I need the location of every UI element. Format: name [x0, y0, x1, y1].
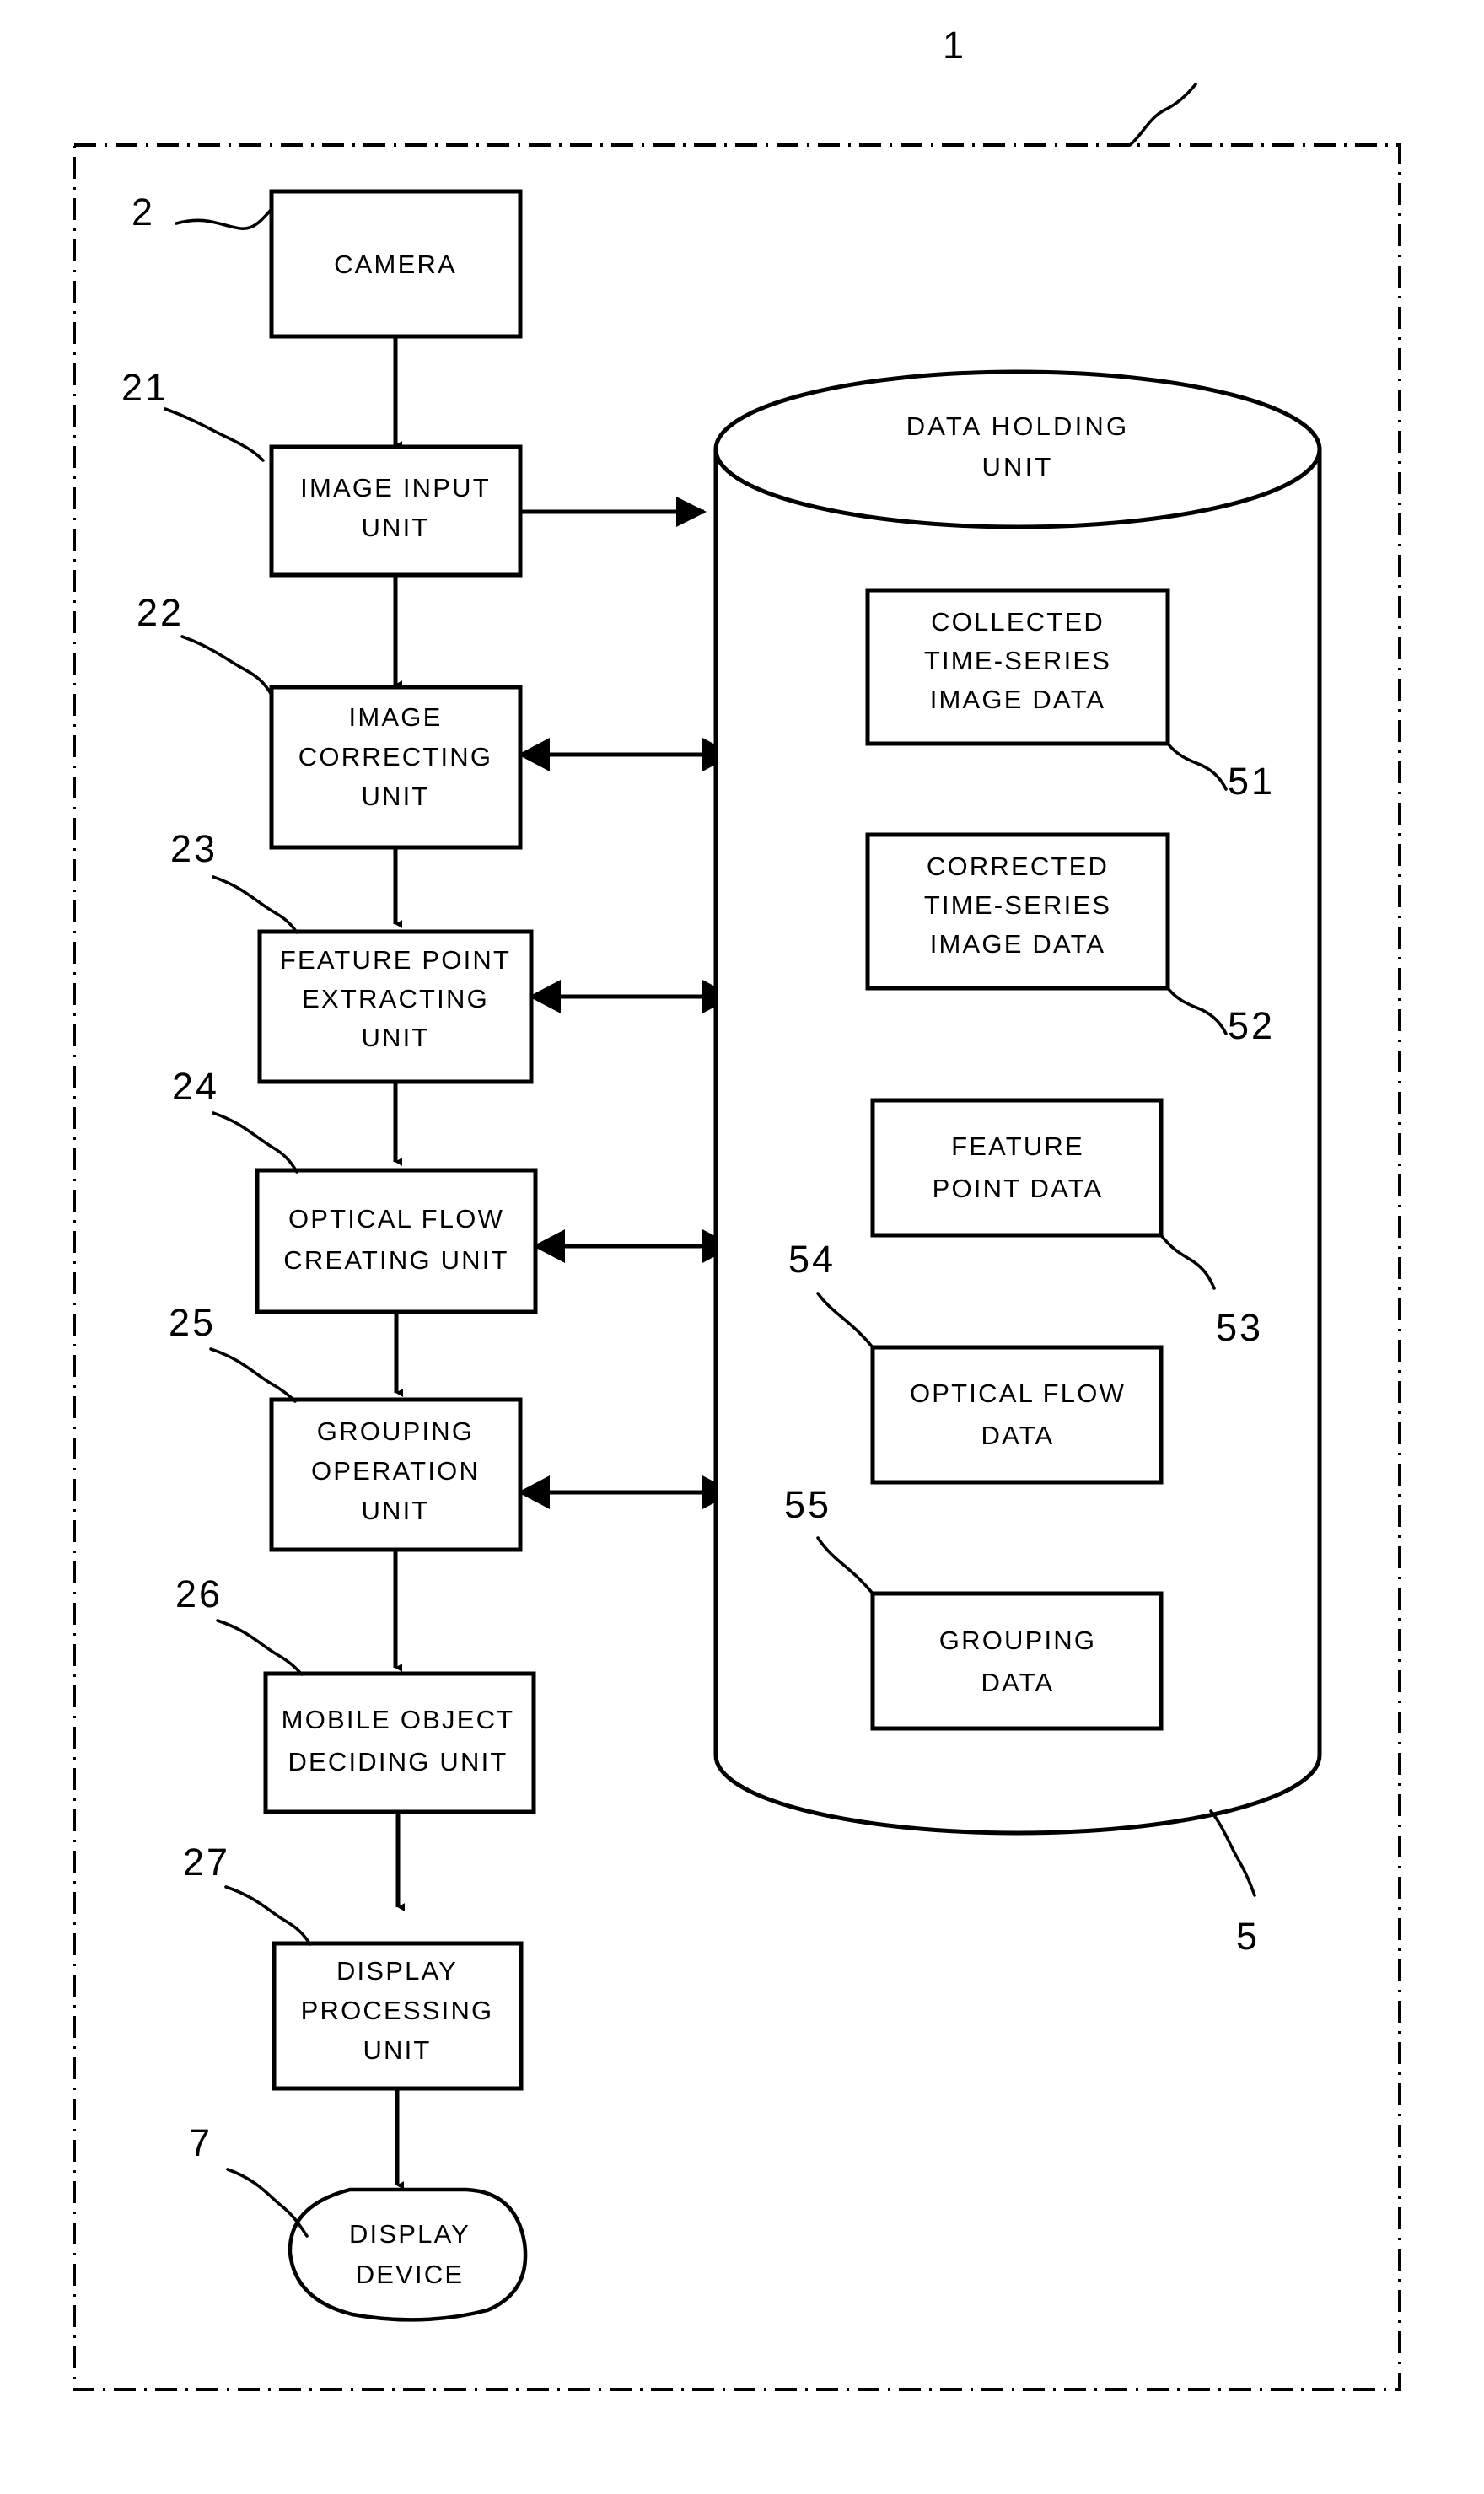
record-52-line-1: TIME-SERIES — [924, 890, 1111, 920]
block-image-correcting-unit-line-2: UNIT — [361, 782, 429, 811]
flow-image-input-to-store — [520, 497, 707, 527]
record-grouping-data[interactable] — [870, 1591, 1164, 1731]
block-display-processing-unit-line-1: PROCESSING — [301, 1996, 494, 2025]
flow-grouping-store-bidirectional — [518, 1475, 734, 1509]
block-image-input-unit[interactable] — [269, 444, 523, 578]
block-image-correcting-unit-line-1: CORRECTING — [298, 742, 492, 771]
record-52-line-0: CORRECTED — [927, 852, 1109, 881]
ref-number-grouping-operation-unit: 25 — [169, 1301, 216, 1344]
block-optical-flow-creating-unit-line-0: OPTICAL FLOW — [288, 1204, 504, 1234]
leader-line-image-correcting-unit — [180, 635, 273, 696]
leader-line-mobile-object-deciding-unit — [216, 1619, 304, 1676]
ref-number-feature-point-extracting-unit: 23 — [170, 827, 218, 870]
ref-number-image-input-unit: 21 — [121, 366, 169, 409]
leader-line-image-input-unit — [164, 407, 265, 462]
ref-number-record-51: 51 — [1228, 760, 1275, 803]
block-image-correcting-unit-line-0: IMAGE — [349, 702, 443, 732]
block-mobile-object-deciding-unit-line-1: DECIDING UNIT — [288, 1747, 508, 1776]
block-grouping-operation-unit-line-0: GROUPING — [317, 1416, 474, 1446]
leader-line-system — [1128, 83, 1197, 147]
ref-number-mobile-object-deciding-unit: 26 — [175, 1572, 223, 1615]
ref-number-system: 1 — [943, 24, 966, 67]
block-grouping-operation-unit-line-1: OPERATION — [311, 1456, 480, 1486]
record-52-line-2: IMAGE DATA — [930, 929, 1106, 959]
flow-feature-point-store-bidirectional — [529, 980, 734, 1013]
leader-line-feature-point-extracting-unit — [212, 875, 298, 934]
ref-number-display-processing-unit: 27 — [183, 1841, 230, 1884]
record-feature-point-data[interactable] — [870, 1098, 1164, 1238]
ref-number-display-device: 7 — [189, 2121, 212, 2164]
data-holding-unit-title-line-1: UNIT — [981, 452, 1053, 481]
block-display-device[interactable] — [288, 2187, 528, 2322]
ref-number-image-correcting-unit: 22 — [137, 591, 184, 634]
leader-line-optical-flow-creating-unit — [212, 1111, 298, 1174]
block-optical-flow-creating-unit[interactable] — [255, 1168, 538, 1314]
record-55-line-0: GROUPING — [939, 1626, 1096, 1655]
record-55-line-1: DATA — [981, 1668, 1055, 1697]
block-display-processing-unit-line-0: DISPLAY — [336, 1956, 458, 1986]
block-mobile-object-deciding-unit-line-0: MOBILE OBJECT — [282, 1705, 515, 1734]
flow-optical-flow-store-bidirectional — [533, 1229, 734, 1263]
ref-number-record-55: 55 — [784, 1483, 831, 1526]
data-holding-unit-title-line-0: DATA HOLDING — [906, 411, 1130, 441]
record-54-line-0: OPTICAL FLOW — [910, 1379, 1126, 1408]
block-image-input-unit-line-1: UNIT — [361, 513, 429, 542]
record-54-line-1: DATA — [981, 1421, 1055, 1450]
block-image-input-unit-line-0: IMAGE INPUT — [300, 473, 491, 503]
ref-number-record-54: 54 — [788, 1238, 836, 1281]
block-mobile-object-deciding-unit[interactable] — [263, 1671, 536, 1814]
ref-number-camera: 2 — [132, 191, 155, 234]
block-camera-line-0: CAMERA — [334, 250, 457, 279]
leader-line-display-processing-unit — [224, 1885, 312, 1946]
leader-line-grouping-operation-unit — [209, 1347, 297, 1403]
ref-number-data-holding-unit: 5 — [1236, 1915, 1260, 1958]
record-51-line-2: IMAGE DATA — [930, 685, 1106, 714]
leader-line-data-holding-unit — [1209, 1809, 1256, 1897]
flow-image-correcting-store-bidirectional — [518, 738, 734, 771]
patent-figure: 1 CAMERA 2 IMAGE INPUT UNIT 21 IMAGE COR… — [0, 0, 1484, 2494]
block-grouping-operation-unit-line-2: UNIT — [361, 1496, 429, 1525]
block-feature-point-extracting-unit-line-0: FEATURE POINT — [280, 945, 511, 975]
record-optical-flow-data[interactable] — [870, 1345, 1164, 1485]
block-feature-point-extracting-unit-line-2: UNIT — [361, 1023, 429, 1052]
record-51-line-1: TIME-SERIES — [924, 646, 1111, 675]
block-display-device-line-1: DEVICE — [356, 2260, 465, 2289]
block-display-processing-unit-line-2: UNIT — [363, 2035, 431, 2065]
record-53-line-1: POINT DATA — [933, 1174, 1104, 1203]
ref-number-optical-flow-creating-unit: 24 — [172, 1065, 219, 1108]
record-51-line-0: COLLECTED — [931, 607, 1105, 637]
leader-line-camera — [175, 207, 273, 230]
ref-number-record-52: 52 — [1228, 1004, 1275, 1047]
data-holding-unit-cylinder-top — [713, 369, 1322, 529]
block-diagram-canvas: 1 CAMERA 2 IMAGE INPUT UNIT 21 IMAGE COR… — [73, 24, 1401, 2391]
block-feature-point-extracting-unit-line-1: EXTRACTING — [302, 984, 489, 1013]
record-53-line-0: FEATURE — [951, 1131, 1084, 1161]
block-display-device-line-0: DISPLAY — [349, 2219, 470, 2249]
block-optical-flow-creating-unit-line-1: CREATING UNIT — [283, 1245, 508, 1275]
ref-number-record-53: 53 — [1216, 1306, 1263, 1349]
